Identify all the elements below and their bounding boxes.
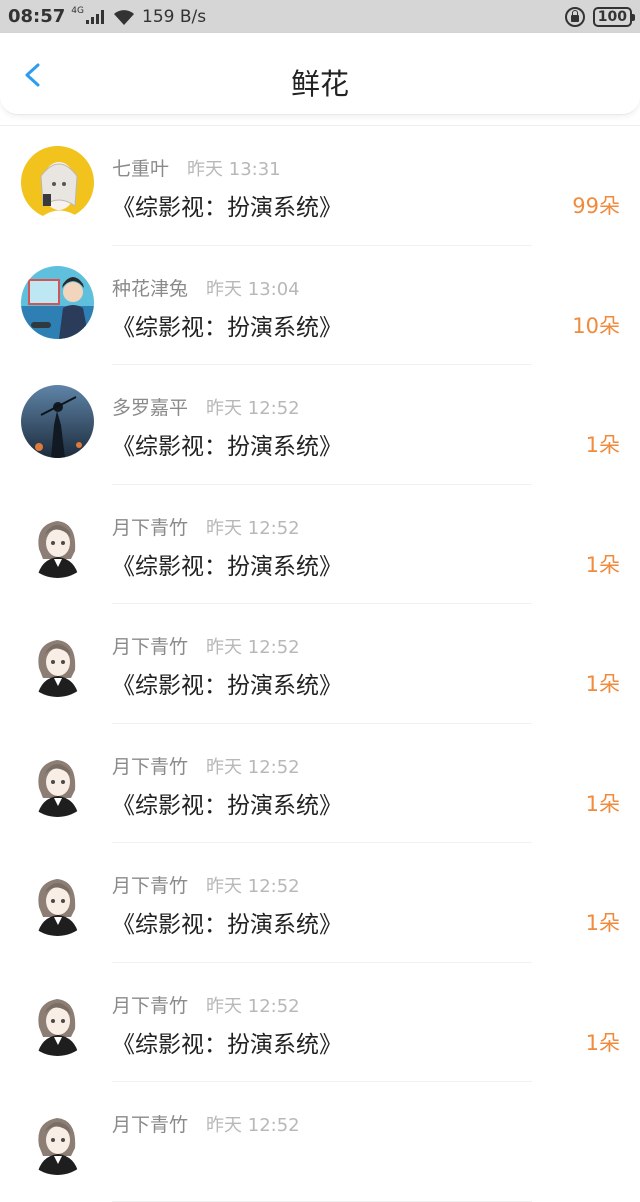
flower-count: 1朵 xyxy=(585,672,620,696)
item-meta: 月下青竹 昨天 12:52 xyxy=(112,513,300,540)
item-meta: 月下青竹 昨天 12:52 xyxy=(112,871,300,898)
avatar[interactable] xyxy=(21,863,94,936)
user-name[interactable]: 月下青竹 xyxy=(112,1114,188,1136)
network-type: 4G xyxy=(71,6,84,16)
item-time: 昨天 12:52 xyxy=(206,995,300,1017)
avatar[interactable] xyxy=(21,743,94,817)
item-meta: 月下青竹 昨天 12:52 xyxy=(112,991,300,1018)
user-name[interactable]: 七重叶 xyxy=(112,158,169,180)
user-name[interactable]: 多罗嘉平 xyxy=(112,397,188,419)
user-name[interactable]: 月下青竹 xyxy=(112,636,188,658)
avatar[interactable] xyxy=(21,504,94,578)
list-item[interactable]: 月下青竹 昨天 12:52 《综影视：扮演系统》 1朵 xyxy=(0,724,640,843)
avatar[interactable] xyxy=(21,1102,94,1175)
signal-icon xyxy=(86,9,104,24)
item-meta: 月下青竹 昨天 12:52 xyxy=(112,632,300,659)
flower-count: 1朵 xyxy=(585,791,620,816)
avatar[interactable] xyxy=(21,385,94,458)
avatar[interactable] xyxy=(21,982,94,1056)
network-speed: 159 B/s xyxy=(142,6,207,27)
list-item[interactable]: 月下青竹 昨天 12:52 《综影视：扮演系统》 1朵 xyxy=(0,843,640,963)
flower-count: 1朵 xyxy=(585,1030,620,1055)
rotation-lock-icon xyxy=(564,6,585,27)
book-title: 《综影视：扮演系统》 xyxy=(112,195,342,221)
item-meta: 多罗嘉平 昨天 12:52 xyxy=(112,393,300,420)
user-name[interactable]: 月下青竹 xyxy=(112,995,188,1017)
item-time: 昨天 12:52 xyxy=(206,517,300,539)
avatar[interactable] xyxy=(21,265,94,339)
item-time: 昨天 13:04 xyxy=(206,278,300,300)
list-item[interactable]: 月下青竹 昨天 12:52 《综影视：扮演系统》 1朵 xyxy=(0,485,640,604)
battery-indicator: 100 xyxy=(592,6,636,27)
flower-count: 99朵 xyxy=(572,194,620,218)
item-meta: 月下青竹 昨天 12:52 xyxy=(112,752,300,779)
item-time: 昨天 12:52 xyxy=(206,398,300,419)
item-time: 昨天 12:52 xyxy=(206,637,300,658)
book-title: 《综影视：扮演系统》 xyxy=(112,553,342,580)
flower-list: 七重叶 昨天 13:31 《综影视：扮演系统》 99朵种花津兔 昨天 13:04 《综影视… xyxy=(0,126,640,1202)
book-title: 《综影视：扮演系统》 xyxy=(112,314,342,341)
flower-count: 1朵 xyxy=(585,433,620,457)
book-title: 《综影视：扮演系统》 xyxy=(112,792,342,819)
flower-count: 1朵 xyxy=(585,552,620,577)
list-item[interactable]: 多罗嘉平 昨天 12:52 《综影视：扮演系统》 1朵 xyxy=(0,365,640,485)
list-item[interactable]: 月下青竹 昨天 12:52 《综影视：扮演系统》 1朵 xyxy=(0,963,640,1082)
item-meta: 七重叶 昨天 13:31 xyxy=(112,154,281,181)
list-item[interactable]: 七重叶 昨天 13:31 《综影视：扮演系统》 99朵 xyxy=(0,126,640,246)
user-name[interactable]: 月下青竹 xyxy=(112,517,188,539)
status-bar: 08:57 4G 159 B/s 100 xyxy=(0,0,640,33)
wifi-icon xyxy=(114,9,134,25)
list-item[interactable]: 月下青竹 昨天 12:52 xyxy=(0,1082,640,1202)
user-name[interactable]: 种花津兔 xyxy=(112,278,188,300)
book-title: 《综影视：扮演系统》 xyxy=(112,1031,342,1058)
list-item[interactable]: 种花津兔 昨天 13:04 《综影视：扮演系统》 10朵 xyxy=(0,246,640,365)
item-time: 昨天 12:52 xyxy=(206,876,300,897)
item-meta: 月下青竹 昨天 12:52 xyxy=(112,1110,300,1137)
app-header: 鲜花 xyxy=(0,33,640,115)
item-meta: 种花津兔 昨天 13:04 xyxy=(112,274,300,301)
row-divider xyxy=(112,1200,532,1202)
flower-count: 10朵 xyxy=(572,313,620,338)
item-time: 昨天 12:52 xyxy=(206,756,300,778)
avatar[interactable] xyxy=(21,146,94,219)
user-name[interactable]: 月下青竹 xyxy=(112,875,188,897)
book-title: 《综影视：扮演系统》 xyxy=(112,673,342,699)
page-title: 鲜花 xyxy=(290,67,349,101)
book-title: 《综影视：扮演系统》 xyxy=(112,912,342,938)
avatar[interactable] xyxy=(21,624,94,697)
flower-count: 1朵 xyxy=(585,911,620,935)
item-time: 昨天 13:31 xyxy=(187,159,281,180)
book-title: 《综影视：扮演系统》 xyxy=(112,434,342,460)
user-name[interactable]: 月下青竹 xyxy=(112,756,188,778)
item-time: 昨天 12:52 xyxy=(206,1115,300,1136)
list-item[interactable]: 月下青竹 昨天 12:52 《综影视：扮演系统》 1朵 xyxy=(0,604,640,724)
status-time: 08:57 xyxy=(8,6,66,27)
